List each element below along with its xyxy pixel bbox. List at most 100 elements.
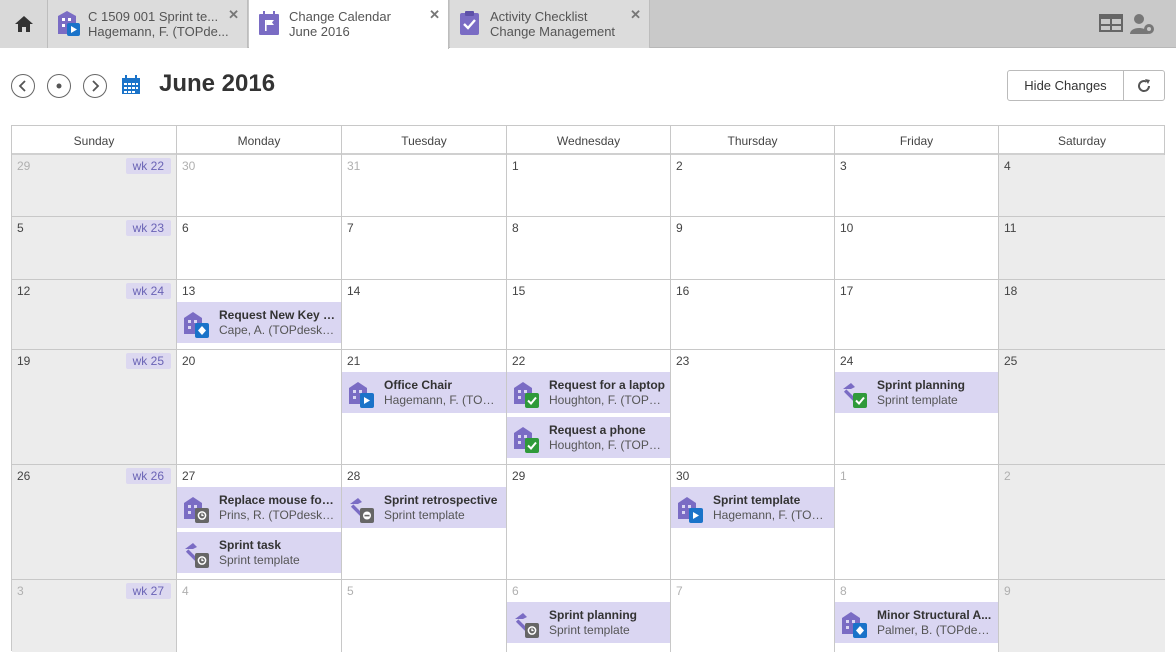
week-number-badge[interactable]: wk 23 bbox=[125, 220, 171, 236]
week-number-badge[interactable]: wk 27 bbox=[125, 583, 171, 599]
day-cell[interactable]: 8 bbox=[507, 217, 671, 279]
day-cell[interactable]: 23 bbox=[671, 350, 835, 464]
day-number: 25 bbox=[1004, 354, 1018, 368]
tab-activity-checklist[interactable]: Activity Checklist Change Management ✕ bbox=[450, 0, 650, 48]
change-event[interactable]: Sprint retrospective Sprint template bbox=[342, 487, 506, 528]
change-event[interactable]: Sprint template Hagemann, F. (TOPd... bbox=[671, 487, 834, 528]
day-cell[interactable]: 29 wk 22 bbox=[12, 155, 177, 216]
day-cell[interactable]: 25 bbox=[999, 350, 1165, 464]
day-cell[interactable]: 1 bbox=[507, 155, 671, 216]
day-cell[interactable]: 27 Replace mouse for ... Prins, R. (TOPdes… bbox=[177, 465, 342, 579]
building-play-icon bbox=[349, 382, 374, 408]
week-number-badge[interactable]: wk 26 bbox=[125, 468, 171, 484]
next-month-button[interactable] bbox=[83, 74, 107, 98]
day-cell[interactable]: 19 wk 25 bbox=[12, 350, 177, 464]
day-cell[interactable]: 12 wk 24 bbox=[12, 280, 177, 349]
layout-icon[interactable] bbox=[1099, 12, 1123, 34]
change-event[interactable]: Sprint task Sprint template bbox=[177, 532, 341, 573]
day-cell[interactable]: 20 bbox=[177, 350, 342, 464]
tab-change-calendar[interactable]: Change Calendar June 2016 ✕ bbox=[249, 0, 449, 49]
day-cell[interactable]: 29 bbox=[507, 465, 671, 579]
hide-changes-button[interactable]: Hide Changes bbox=[1007, 70, 1124, 101]
day-cell[interactable]: 28 Sprint retrospective Sprint template bbox=[342, 465, 507, 579]
week-number-badge[interactable]: wk 25 bbox=[125, 353, 171, 369]
day-cell[interactable]: 26 wk 26 bbox=[12, 465, 177, 579]
building-check-icon bbox=[514, 382, 539, 408]
day-cell[interactable]: 4 bbox=[177, 580, 342, 652]
day-cell[interactable]: 13 Request New Key C... Cape, A. (TOPdesk … bbox=[177, 280, 342, 349]
day-number: 9 bbox=[676, 221, 683, 235]
week-number-badge[interactable]: wk 24 bbox=[125, 283, 171, 299]
day-cell[interactable]: 10 bbox=[835, 217, 999, 279]
calendar-icon[interactable] bbox=[121, 75, 141, 95]
day-cell[interactable]: 22 Request for a laptop Houghton, F. (TOPd… bbox=[507, 350, 671, 464]
weekday-sunday: Sunday bbox=[12, 126, 177, 155]
event-subtitle: Sprint template bbox=[877, 393, 958, 407]
hammer-check-icon bbox=[843, 383, 867, 408]
day-number: 5 bbox=[347, 584, 354, 598]
day-cell[interactable]: 30 bbox=[177, 155, 342, 216]
change-event[interactable]: Minor Structural A... Palmer, B. (TOPdesk… bbox=[835, 602, 998, 643]
home-button[interactable] bbox=[0, 0, 48, 48]
close-icon[interactable]: ✕ bbox=[630, 7, 641, 23]
day-cell[interactable]: 7 bbox=[671, 580, 835, 652]
hammer-stop-icon bbox=[350, 498, 374, 523]
event-subtitle: Hagemann, F. (TOPd... bbox=[713, 508, 831, 522]
day-cell[interactable]: 17 bbox=[835, 280, 999, 349]
day-cell[interactable]: 24 Sprint planning Sprint template bbox=[835, 350, 999, 464]
day-cell[interactable]: 7 bbox=[342, 217, 507, 279]
day-cell[interactable]: 30 Sprint template Hagemann, F. (TOPd... bbox=[671, 465, 835, 579]
refresh-button[interactable] bbox=[1123, 70, 1165, 101]
day-number: 3 bbox=[840, 159, 847, 173]
event-title: Sprint template bbox=[713, 493, 801, 507]
tab-subtitle: Hagemann, F. (TOPde... bbox=[88, 24, 229, 39]
day-cell[interactable]: 5 wk 23 bbox=[12, 217, 177, 279]
tab-title: Change Calendar bbox=[289, 9, 391, 24]
day-cell[interactable]: 3 bbox=[835, 155, 999, 216]
tab-sprint-change[interactable]: C 1509 001 Sprint te... Hagemann, F. (TO… bbox=[48, 0, 248, 48]
weekday-saturday: Saturday bbox=[1057, 133, 1107, 148]
change-event[interactable]: Request New Key C... Cape, A. (TOPdesk U.… bbox=[177, 302, 341, 343]
week-number-badge[interactable]: wk 22 bbox=[125, 158, 171, 174]
change-event[interactable]: Sprint planning Sprint template bbox=[507, 602, 670, 643]
close-icon[interactable]: ✕ bbox=[429, 7, 440, 23]
week-row: 26 wk 26 27 Replace mouse for ... Prins, R. … bbox=[12, 465, 1165, 580]
day-cell[interactable]: 9 bbox=[999, 580, 1165, 652]
day-cell[interactable]: 8 Minor Structural A... Palmer, B. (TOPdes… bbox=[835, 580, 999, 652]
day-cell[interactable]: 21 Office Chair Hagemann, F. (TOPd... bbox=[342, 350, 507, 464]
day-cell[interactable]: 4 bbox=[999, 155, 1165, 216]
refresh-icon bbox=[1138, 78, 1151, 92]
day-cell[interactable]: 18 bbox=[999, 280, 1165, 349]
calendar-flag-icon bbox=[259, 11, 279, 35]
clipboard-check-icon bbox=[460, 11, 479, 35]
previous-month-button[interactable] bbox=[11, 74, 35, 98]
today-button[interactable] bbox=[47, 74, 71, 98]
day-cell[interactable]: 1 bbox=[835, 465, 999, 579]
change-event[interactable]: Request for a laptop Houghton, F. (TOPde.… bbox=[507, 372, 670, 413]
week-row: 5 wk 23 6 7 8 9 10 11 bbox=[12, 217, 1165, 280]
day-cell[interactable]: 15 bbox=[507, 280, 671, 349]
user-settings-icon[interactable] bbox=[1130, 12, 1156, 36]
home-icon bbox=[14, 16, 33, 32]
change-event[interactable]: Office Chair Hagemann, F. (TOPd... bbox=[342, 372, 506, 413]
day-cell[interactable]: 14 bbox=[342, 280, 507, 349]
close-icon[interactable]: ✕ bbox=[228, 7, 239, 23]
day-cell[interactable]: 2 bbox=[999, 465, 1165, 579]
day-number: 6 bbox=[182, 221, 189, 235]
day-cell[interactable]: 6 bbox=[177, 217, 342, 279]
day-cell[interactable]: 3 wk 27 bbox=[12, 580, 177, 652]
day-cell[interactable]: 2 bbox=[671, 155, 835, 216]
day-cell[interactable]: 16 bbox=[671, 280, 835, 349]
day-number: 2 bbox=[676, 159, 683, 173]
day-cell[interactable]: 9 bbox=[671, 217, 835, 279]
event-title: Sprint planning bbox=[877, 378, 965, 392]
dot-icon bbox=[56, 83, 62, 89]
day-cell[interactable]: 31 bbox=[342, 155, 507, 216]
change-event[interactable]: Sprint planning Sprint template bbox=[835, 372, 998, 413]
day-cell[interactable]: 6 Sprint planning Sprint template bbox=[507, 580, 671, 652]
day-cell[interactable]: 5 bbox=[342, 580, 507, 652]
day-cell[interactable]: 11 bbox=[999, 217, 1165, 279]
day-number: 5 bbox=[17, 221, 24, 235]
change-event[interactable]: Request a phone Houghton, F. (TOPde... bbox=[507, 417, 670, 458]
change-event[interactable]: Replace mouse for ... Prins, R. (TOPdesk … bbox=[177, 487, 341, 528]
